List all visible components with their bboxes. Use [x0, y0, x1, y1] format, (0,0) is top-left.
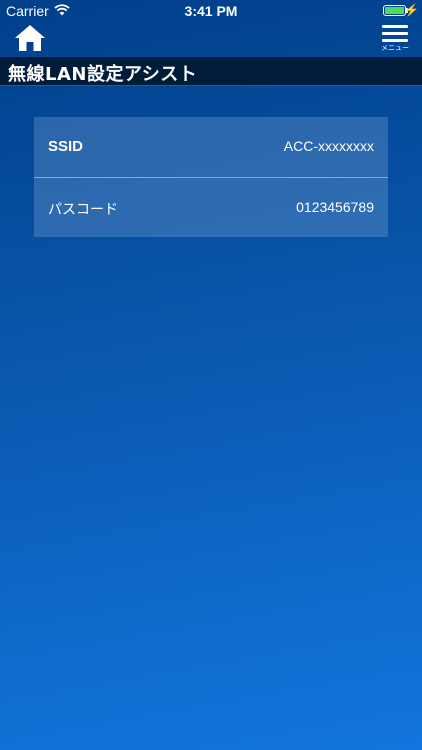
ssid-label: SSID — [48, 138, 84, 155]
hamburger-menu-icon — [380, 25, 410, 42]
status-bar: Carrier 3:41 PM ⚡ — [0, 0, 422, 22]
home-button[interactable] — [14, 24, 48, 54]
menu-button[interactable]: メニュー — [380, 25, 410, 57]
passcode-label: パスコード — [48, 202, 118, 218]
bolt-icon: ⚡ — [404, 3, 419, 17]
battery-icon — [383, 5, 406, 16]
home-icon — [15, 25, 45, 51]
passcode-value: 0123456789 — [296, 199, 374, 215]
title-bar: 無線LAN設定アシスト — [0, 57, 422, 86]
nav-bar: メニュー — [0, 22, 422, 57]
wifi-info-table: SSID ACC-xxxxxxxx パスコード 0123456789 — [34, 117, 388, 237]
status-time: 3:41 PM — [184, 3, 238, 19]
menu-label: メニュー — [381, 44, 409, 52]
ssid-row: SSID ACC-xxxxxxxx — [34, 117, 388, 177]
ssid-value: ACC-xxxxxxxx — [283, 138, 374, 154]
passcode-row: パスコード 0123456789 — [34, 177, 388, 237]
page-title: 無線LAN設定アシスト — [8, 64, 198, 85]
